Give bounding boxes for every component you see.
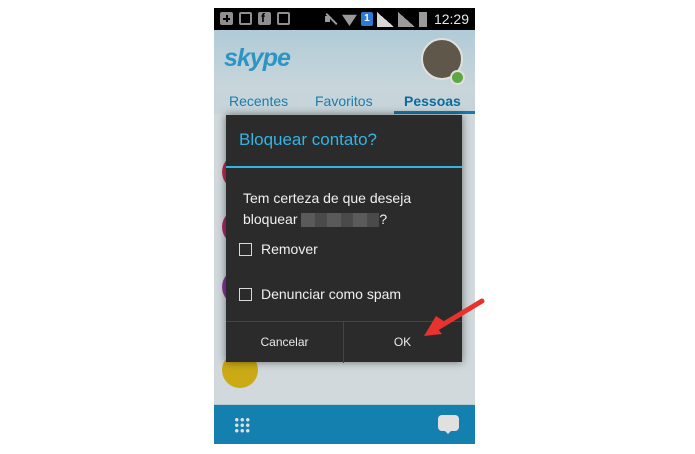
report-spam-option[interactable]: Denunciar como spam <box>239 286 401 302</box>
calendar-notification-icon <box>277 12 290 25</box>
remove-option[interactable]: Remover <box>239 241 318 257</box>
dialog-message-prefix: bloquear <box>243 211 298 227</box>
facebook-notification-icon <box>258 11 271 25</box>
redacted-contact-name <box>301 213 380 228</box>
phone-screen: 1 12:29 skype Recentes Favoritos Pessoas… <box>214 8 475 444</box>
dialog-message-line1: Tem certeza de que deseja <box>243 190 412 206</box>
cancel-button[interactable]: Cancelar <box>226 322 343 363</box>
notification-count-badge: 1 <box>360 12 373 26</box>
gallery-notification-icon <box>239 12 252 25</box>
mute-icon <box>324 12 338 26</box>
wifi-icon <box>341 14 357 26</box>
signal-secondary-icon <box>397 11 415 27</box>
battery-icon <box>418 11 427 27</box>
signal-icon <box>376 11 394 27</box>
clock: 12:29 <box>433 11 469 27</box>
report-spam-checkbox[interactable] <box>239 287 252 301</box>
add-notification-icon <box>220 12 233 25</box>
dialog-title-divider <box>226 166 462 168</box>
remove-checkbox[interactable] <box>239 242 252 256</box>
dialog-title: Bloquear contato? <box>239 130 377 149</box>
report-spam-option-label: Denunciar como spam <box>261 286 402 302</box>
remove-option-label: Remover <box>261 241 318 257</box>
dialog-message-suffix: ? <box>379 211 388 227</box>
status-bar: 1 12:29 <box>214 8 475 30</box>
dialog-message: Tem certeza de que deseja bloquear ? <box>243 188 448 230</box>
red-arrow-annotation <box>424 298 485 336</box>
